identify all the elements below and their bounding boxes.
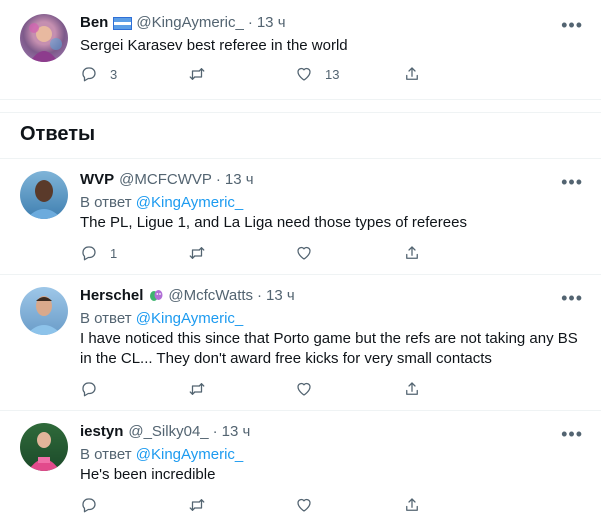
reply-tweet[interactable]: Herschel @McfcWatts · 13 ч В ответ @King… bbox=[0, 275, 601, 411]
reply-prefix: В ответ bbox=[80, 194, 132, 211]
author-handle[interactable]: @KingAymeric_ bbox=[136, 14, 244, 32]
reply-icon bbox=[82, 498, 96, 513]
retweet-icon bbox=[189, 247, 204, 259]
retweet-button[interactable] bbox=[188, 65, 296, 83]
section-gap bbox=[0, 100, 601, 113]
reply-count: 1 bbox=[110, 245, 118, 261]
reply-tweet[interactable]: WVP @MCFCWVP · 13 ч В ответ @KingAymeric… bbox=[0, 159, 601, 275]
tweet-text: Sergei Karasev best referee in the world bbox=[80, 37, 348, 54]
author-handle[interactable]: @MCFCWVP bbox=[119, 171, 212, 189]
like-button[interactable] bbox=[295, 244, 403, 262]
tweet-text: I have noticed this since that Porto gam… bbox=[80, 330, 578, 367]
reply-icon bbox=[82, 67, 96, 82]
avatar-ben[interactable] bbox=[20, 14, 68, 62]
like-icon bbox=[297, 67, 311, 81]
main-tweet[interactable]: Ben @KingAymeric_ · 13 ч Sergei Karasev … bbox=[0, 0, 601, 100]
reply-tweet[interactable]: iestyn @_Silky04_ · 13 ч В ответ @KingAy… bbox=[0, 411, 601, 531]
separator: · bbox=[212, 423, 218, 440]
replying-to: В ответ @KingAymeric_ bbox=[80, 309, 585, 329]
tweet-text: He's been incredible bbox=[80, 466, 216, 483]
more-icon[interactable]: ••• bbox=[561, 16, 583, 34]
replying-to-link[interactable]: @KingAymeric_ bbox=[136, 194, 244, 211]
retweet-button[interactable] bbox=[188, 496, 296, 514]
avatar-herschel[interactable] bbox=[20, 287, 68, 335]
tweet-header: Ben @KingAymeric_ · 13 ч bbox=[80, 14, 585, 32]
timestamp[interactable]: 13 ч bbox=[266, 287, 295, 305]
like-icon bbox=[297, 382, 311, 396]
tweet-actions bbox=[80, 379, 510, 399]
share-icon bbox=[405, 382, 418, 395]
reply-button[interactable] bbox=[80, 496, 188, 514]
retweet-icon bbox=[189, 68, 204, 80]
flag-icon bbox=[113, 16, 133, 30]
author-name[interactable]: WVP bbox=[80, 171, 114, 189]
reply-prefix: В ответ bbox=[80, 310, 132, 327]
tweet-text: The PL, Ligue 1, and La Liga need those … bbox=[80, 214, 467, 231]
like-count: 13 bbox=[325, 66, 340, 82]
reply-prefix: В ответ bbox=[80, 446, 132, 463]
like-button[interactable] bbox=[295, 496, 403, 514]
timestamp[interactable]: 13 ч bbox=[257, 14, 286, 32]
share-button[interactable] bbox=[403, 496, 421, 514]
more-icon[interactable]: ••• bbox=[561, 425, 583, 443]
author-handle[interactable]: @McfcWatts bbox=[168, 287, 253, 305]
replies-section-header: Ответы bbox=[0, 113, 601, 159]
tweet-header: Herschel @McfcWatts · 13 ч bbox=[80, 287, 585, 305]
replying-to: В ответ @KingAymeric_ bbox=[80, 193, 585, 213]
author-name[interactable]: iestyn bbox=[80, 423, 123, 441]
share-button[interactable] bbox=[403, 244, 421, 262]
tweet-header: iestyn @_Silky04_ · 13 ч bbox=[80, 423, 585, 441]
tweet-actions bbox=[80, 495, 510, 515]
avatar-iestyn[interactable] bbox=[20, 423, 68, 471]
like-icon bbox=[297, 498, 311, 512]
avatar-wvp[interactable] bbox=[20, 171, 68, 219]
retweet-icon bbox=[189, 499, 204, 511]
mask-badge-icon bbox=[150, 290, 163, 301]
share-icon bbox=[405, 67, 418, 80]
tweet-actions: 3 13 bbox=[80, 64, 510, 84]
separator: · bbox=[257, 287, 263, 304]
reply-count: 3 bbox=[110, 66, 118, 82]
author-handle[interactable]: @_Silky04_ bbox=[128, 423, 208, 441]
reply-button[interactable] bbox=[80, 380, 188, 398]
tweet-actions: 1 bbox=[80, 243, 510, 263]
separator: · bbox=[247, 14, 253, 31]
separator: · bbox=[215, 171, 221, 188]
reply-icon bbox=[82, 382, 96, 397]
reply-button[interactable]: 3 bbox=[80, 65, 188, 83]
timestamp[interactable]: 13 ч bbox=[225, 171, 254, 189]
like-button[interactable]: 13 bbox=[295, 65, 403, 83]
author-name[interactable]: Herschel bbox=[80, 287, 143, 305]
replies-title: Ответы bbox=[20, 123, 96, 145]
author-name[interactable]: Ben bbox=[80, 14, 108, 32]
timestamp[interactable]: 13 ч bbox=[222, 423, 251, 441]
like-icon bbox=[297, 246, 311, 260]
more-icon[interactable]: ••• bbox=[561, 289, 583, 307]
reply-icon bbox=[82, 246, 96, 261]
retweet-button[interactable] bbox=[188, 380, 296, 398]
replying-to-link[interactable]: @KingAymeric_ bbox=[136, 310, 244, 327]
tweet-header: WVP @MCFCWVP · 13 ч bbox=[80, 171, 585, 189]
share-button[interactable] bbox=[403, 380, 421, 398]
share-icon bbox=[405, 498, 418, 511]
share-button[interactable] bbox=[403, 65, 421, 83]
retweet-button[interactable] bbox=[188, 244, 296, 262]
share-icon bbox=[405, 246, 418, 259]
more-icon[interactable]: ••• bbox=[561, 173, 583, 191]
reply-button[interactable]: 1 bbox=[80, 244, 188, 262]
retweet-icon bbox=[189, 383, 204, 395]
replying-to: В ответ @KingAymeric_ bbox=[80, 445, 585, 465]
like-button[interactable] bbox=[295, 380, 403, 398]
replying-to-link[interactable]: @KingAymeric_ bbox=[136, 446, 244, 463]
